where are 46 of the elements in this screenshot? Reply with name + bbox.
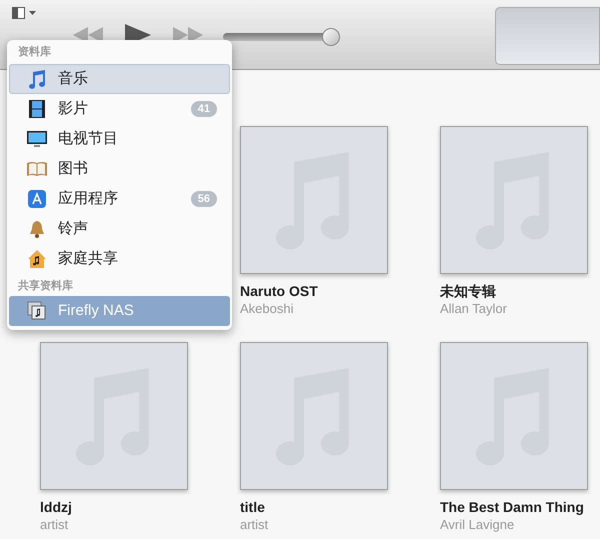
item-label: 图书 (58, 158, 88, 179)
item-label: Firefly NAS (58, 300, 134, 321)
album-artist: Allan Taylor (440, 300, 508, 318)
album-artist: artist (40, 516, 70, 534)
monitor-icon (26, 130, 48, 148)
library-item[interactable]: 应用程序 56 (9, 184, 230, 214)
library-item[interactable]: 铃声 (9, 214, 230, 244)
item-label: 家庭共享 (58, 248, 118, 269)
library-item[interactable]: 图书 (9, 154, 230, 184)
sidebar-toggle-icon[interactable] (12, 7, 37, 19)
album-title: lddzj (40, 498, 73, 516)
item-label: 音乐 (58, 68, 88, 89)
film-strip-icon (27, 99, 47, 119)
app-store-icon (27, 189, 47, 209)
album-artwork[interactable] (40, 342, 188, 490)
item-label: 应用程序 (58, 188, 118, 209)
rewind-icon[interactable] (73, 27, 103, 43)
album-artwork[interactable] (440, 126, 588, 274)
album-artist: Avril Lavigne (440, 516, 516, 534)
album-title: 未知专辑 (440, 282, 497, 300)
house-icon (27, 249, 47, 269)
album-title: Naruto OST (240, 282, 319, 300)
volume-slider[interactable] (223, 28, 339, 46)
section-header: 共享资料库 (17, 278, 74, 294)
count-badge: 56 (190, 191, 217, 207)
item-label: 铃声 (58, 218, 88, 239)
album-title: title (240, 498, 266, 516)
book-icon (26, 160, 48, 178)
album-artwork[interactable] (240, 342, 388, 490)
library-item[interactable]: 电视节目 (9, 124, 230, 154)
item-label: 电视节目 (58, 128, 118, 149)
bell-icon (27, 219, 47, 239)
shared-library-icon (27, 301, 47, 321)
album-artwork[interactable] (240, 126, 388, 274)
section-header: 资料库 (17, 44, 52, 60)
album-artwork[interactable] (440, 342, 588, 490)
library-item[interactable]: 影片 41 (9, 94, 230, 124)
item-label: 影片 (58, 98, 88, 119)
album-title: The Best Damn Thing (440, 498, 585, 516)
album-artist: artist (240, 516, 270, 534)
library-item[interactable]: 家庭共享 (9, 244, 230, 274)
music-note-icon (27, 69, 47, 89)
count-badge: 41 (190, 101, 217, 117)
library-item[interactable]: 音乐 (9, 64, 230, 94)
album-artist: Akeboshi (240, 300, 294, 318)
fast-forward-icon[interactable] (173, 27, 203, 43)
